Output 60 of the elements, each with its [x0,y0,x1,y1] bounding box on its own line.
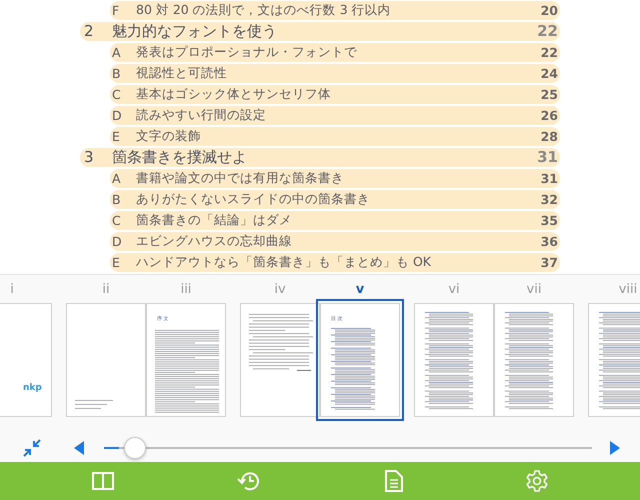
entry-mark: D [112,234,123,249]
slider-thumb[interactable] [124,436,146,458]
entry-mark: 3 [83,148,95,166]
entry-mark: E [112,254,121,270]
page-number: 36 [540,234,559,249]
page-label[interactable]: vii [526,281,542,303]
settings-icon[interactable] [526,470,548,492]
page-thumbnail[interactable] [494,303,574,417]
entry-mark: B [112,192,122,207]
history-icon[interactable] [237,470,262,492]
page-number: 31 [540,170,559,186]
entry-mark: E [112,128,121,144]
page-label[interactable]: vi [448,281,460,303]
page-number: 25 [540,86,559,102]
entry-title: 箇条書きを撲滅せよ [112,148,248,167]
entry-title: 書籍や論文の中では有用な箇条書き [136,170,345,187]
page-thumbnail[interactable] [414,303,494,417]
page-number: 32 [540,192,559,207]
entry-mark: C [112,86,122,102]
entry-mark: B [112,66,122,81]
entry-title: 80 対 20 の法則で，文はのべ行数 3 行以内 [136,2,392,19]
document-icon[interactable] [384,470,403,492]
entry-title: 魅力的なフォントを使う [112,22,278,41]
previous-page-icon[interactable] [74,440,84,454]
entry-mark: A [112,44,122,60]
entry-title: ハンドアウトなら「箇条書き」も「まとめ」も OK [136,254,432,271]
page-label[interactable]: i [10,281,14,303]
page-label[interactable]: viii [618,281,638,303]
entry-mark: D [112,108,123,123]
entry-title: 文字の装飾 [136,128,202,145]
page-label[interactable]: ii [102,281,110,303]
entry-mark: F [112,2,120,18]
entry-title: 読みやすい行間の設定 [136,106,267,124]
entry-title: エビングハウスの忘却曲線 [136,232,293,250]
page-number: 22 [540,44,559,60]
page-number: 31 [537,148,559,166]
collapse-icon[interactable] [22,438,42,458]
page-thumbnail[interactable]: nkp [0,303,52,417]
entry-title: ありがたくないスライドの中の箇条書き [136,190,371,208]
page-label[interactable]: v [356,281,364,303]
entry-title: 発表はプロポーショナル・フォントで [136,44,358,61]
entry-title: 視認性と可読性 [136,64,228,82]
entry-mark: A [112,170,122,186]
page-number: 35 [540,212,559,228]
page-number: 24 [540,66,559,81]
page-number: 20 [540,2,559,18]
entry-title: 基本はゴシック体とサンセリフ体 [136,86,332,103]
page-label[interactable]: iv [274,281,286,303]
next-page-icon[interactable] [610,440,620,454]
entry-title: 箇条書きの「結論」はダメ [136,212,293,229]
page-number: 37 [540,254,559,270]
page-label[interactable]: iii [180,281,192,303]
entry-mark: 2 [83,22,95,40]
book-icon[interactable] [92,472,114,490]
page-number: 26 [540,108,559,123]
page-number: 22 [537,22,559,40]
entry-mark: C [112,212,122,228]
page-thumbnail[interactable] [240,303,320,417]
page-thumbnail[interactable] [66,303,146,417]
page-number: 28 [540,128,559,144]
